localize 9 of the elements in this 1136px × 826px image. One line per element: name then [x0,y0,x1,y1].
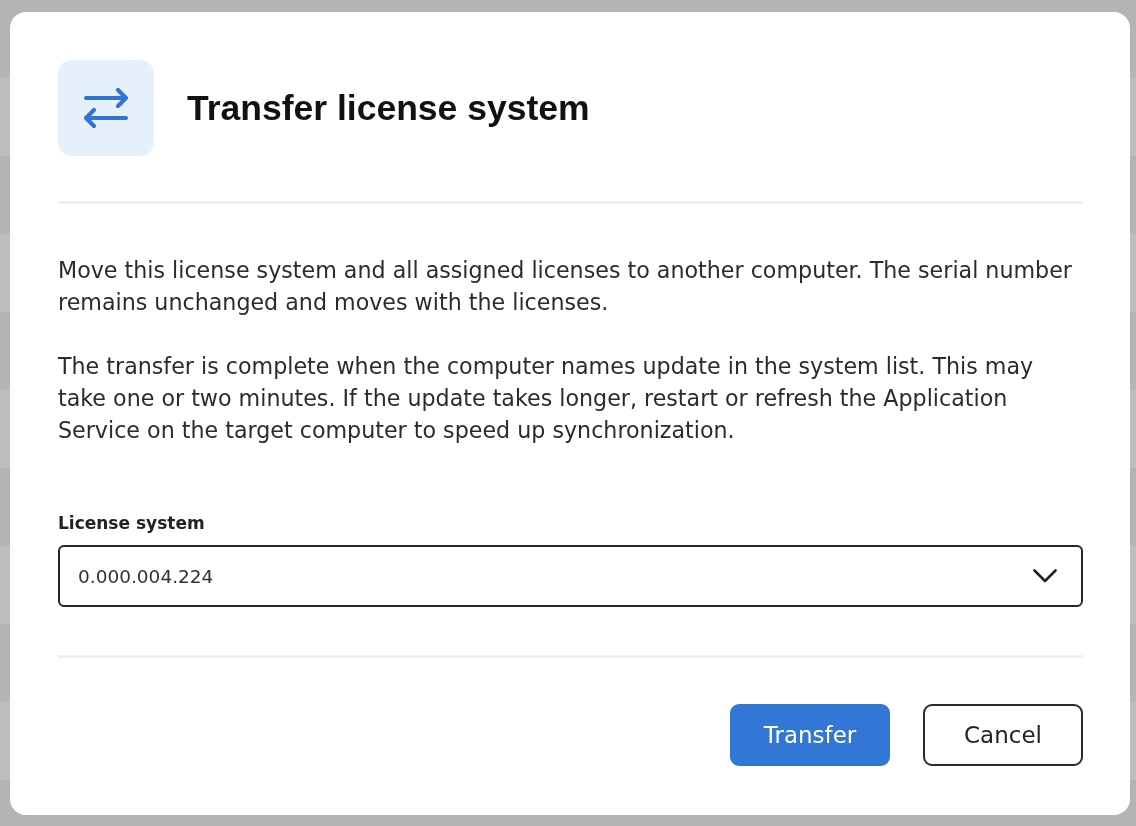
license-system-dropdown[interactable]: 0.000.004.224 [58,545,1083,607]
field-label: License system [58,512,205,535]
chevron-down-icon [1033,569,1057,583]
transfer-arrows-icon [58,60,154,156]
cancel-button[interactable]: Cancel [923,704,1083,766]
description-text: The transfer is complete when the computer names update in the system list. This may take one or two minutes. If the update takes longer, restart or refresh the Application Service on the target computer to speed up synchronization. [58,352,1035,445]
description-text: Move this license system and all assigned licenses to another computer. The serial number remains unchanged and moves with the licenses. [58,256,1073,317]
transfer-button[interactable]: Transfer [730,704,890,766]
dialog-title: Transfer license system [187,87,590,129]
